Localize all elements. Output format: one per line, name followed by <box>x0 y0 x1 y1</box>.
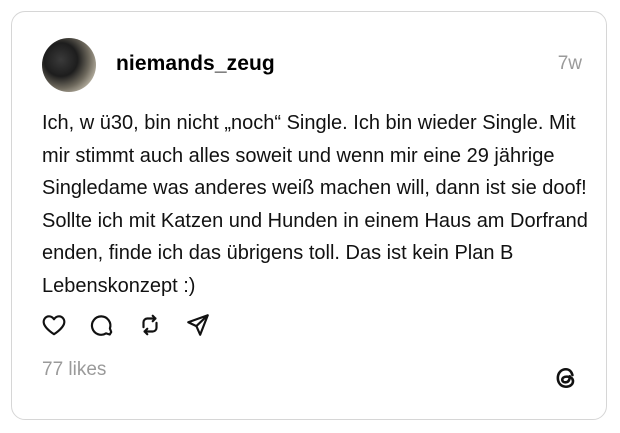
likes-count[interactable]: 77 likes <box>42 359 106 381</box>
avatar[interactable] <box>42 38 96 92</box>
post-text: Ich, w ü30, bin nicht „noch“ Single. Ich… <box>42 112 588 297</box>
share-button[interactable] <box>184 311 212 339</box>
repost-icon <box>142 314 158 336</box>
threads-logo-icon <box>556 367 575 389</box>
action-bar <box>40 310 212 340</box>
post-card: niemands_zeug 7w Ich, w ü30, bin nicht „… <box>11 11 607 420</box>
username[interactable]: niemands_zeug <box>116 52 275 76</box>
send-icon <box>187 314 209 336</box>
post-time: 7w <box>557 53 582 74</box>
heart-icon <box>42 315 66 336</box>
comment-icon <box>90 315 113 336</box>
reply-button[interactable] <box>88 311 116 339</box>
like-button[interactable] <box>40 311 68 339</box>
repost-button[interactable] <box>136 311 164 339</box>
